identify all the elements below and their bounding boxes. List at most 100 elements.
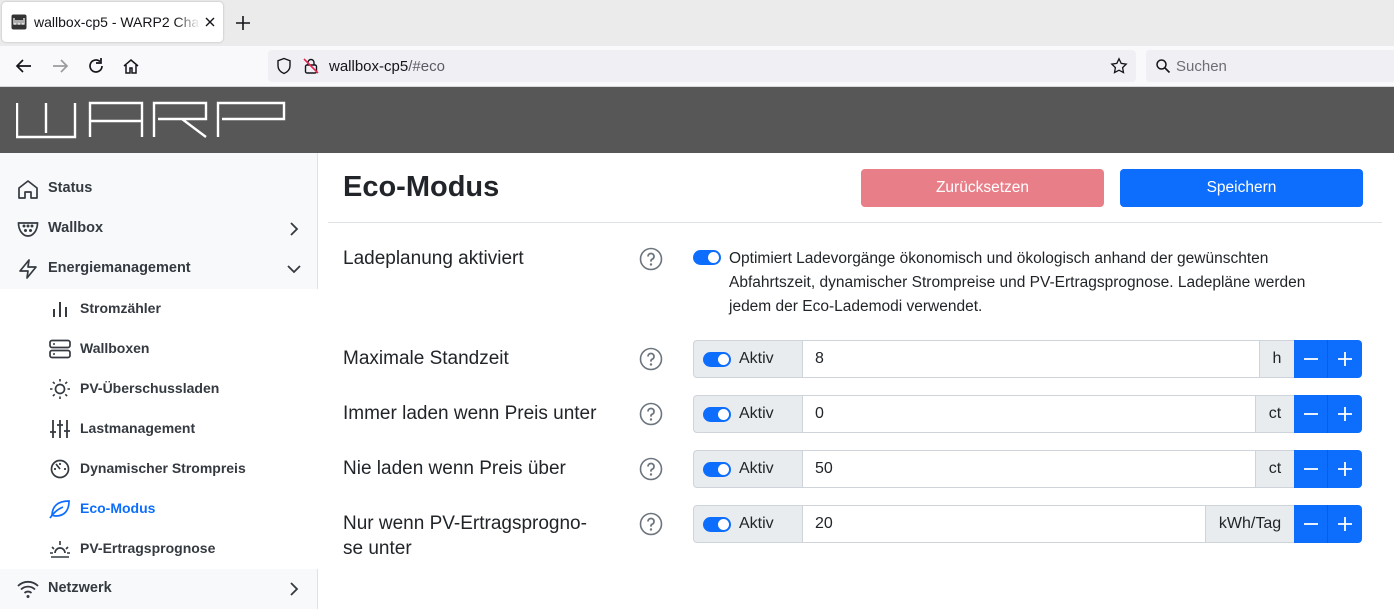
home-icon	[18, 180, 38, 199]
warp-logo	[16, 101, 286, 139]
sidebar-item-wallboxen[interactable]: Wallboxen	[0, 329, 318, 369]
decrement-button[interactable]	[1294, 395, 1328, 433]
sidebar-item-label: PV-Ertragsprognose	[80, 540, 216, 556]
url-bar[interactable]: wallbox-cp5/#eco	[268, 50, 1136, 82]
search-placeholder: Suchen	[1176, 58, 1227, 75]
help-icon[interactable]	[639, 247, 663, 271]
sidebar-item-label: Lastmanagement	[80, 420, 196, 436]
toggle-label: Aktiv	[739, 515, 774, 532]
increment-button[interactable]	[1328, 505, 1362, 543]
help-icon[interactable]	[639, 402, 663, 426]
max-standzeit-toggle-group: Aktiv	[693, 340, 803, 378]
plus-icon	[1338, 462, 1352, 476]
max-standzeit-group: Aktiv 8 h	[693, 340, 1363, 378]
preis-unter-group: Aktiv 0 ct	[693, 395, 1363, 433]
sidebar-item-label: Wallbox	[48, 220, 104, 236]
new-tab-icon[interactable]	[234, 14, 252, 32]
max-standzeit-toggle[interactable]	[703, 352, 731, 367]
toggle-label: Aktiv	[739, 405, 774, 422]
shield-icon[interactable]	[275, 57, 293, 75]
minus-icon	[1303, 523, 1318, 525]
preis-ueber-label: Nie laden wenn Preis über	[343, 458, 566, 479]
pv-prognose-group: Aktiv 20 kWh/Tag	[693, 505, 1363, 543]
price-gauge-icon	[50, 459, 70, 479]
sidebar-item-label: Stromzähler	[80, 300, 161, 316]
sidebar-item-wallbox[interactable]: Wallbox	[0, 209, 318, 249]
browser-tab-bar: wallbox-cp5 - WARP2 Charger	[0, 0, 1394, 46]
page-title: Eco-Modus	[343, 171, 500, 203]
decrement-button[interactable]	[1294, 450, 1328, 488]
plus-icon	[1338, 517, 1352, 531]
minus-icon	[1303, 358, 1318, 360]
reload-icon[interactable]	[87, 57, 105, 75]
planning-label: Ladeplanung aktiviert	[343, 248, 524, 269]
sunrise-icon	[50, 541, 70, 558]
sidebar-item-label: Dynamischer Strompreis	[80, 460, 246, 476]
close-icon[interactable]	[202, 14, 218, 30]
help-icon[interactable]	[639, 457, 663, 481]
minus-icon	[1303, 468, 1318, 470]
plus-icon	[1338, 407, 1352, 421]
lightning-icon	[19, 259, 37, 279]
toggle-label: Aktiv	[739, 460, 774, 477]
bookmark-star-icon[interactable]	[1110, 57, 1128, 75]
warp-favicon-icon	[11, 14, 27, 30]
home-icon[interactable]	[122, 57, 140, 75]
minus-icon	[1303, 413, 1318, 415]
insecure-lock-icon[interactable]	[302, 57, 320, 75]
decrement-button[interactable]	[1294, 340, 1328, 378]
pv-prognose-label: Nur wenn PV-Ertragsprogno- se unter	[343, 513, 587, 559]
sidebar: Status Wallbox Energiemanagement Stromzä…	[0, 153, 318, 609]
sidebar-item-lastmanagement[interactable]: Lastmanagement	[0, 409, 318, 449]
browser-navbar: wallbox-cp5/#eco Suchen	[0, 46, 1394, 87]
sidebar-item-pv-ueberschussladen[interactable]: PV-Überschussladen	[0, 369, 318, 409]
reset-button[interactable]: Zurücksetzen	[861, 169, 1104, 207]
chevron-right-icon	[290, 582, 299, 596]
chevron-right-icon	[290, 222, 299, 236]
url-text: wallbox-cp5/#eco	[329, 58, 445, 75]
sidebar-item-dynamischer-strompreis[interactable]: Dynamischer Strompreis	[0, 449, 318, 489]
sidebar-item-status[interactable]: Status	[0, 169, 318, 209]
tab-title: wallbox-cp5 - WARP2 Charger	[34, 14, 200, 30]
pv-prognose-input[interactable]: 20	[802, 505, 1206, 543]
sliders-icon	[50, 420, 70, 438]
preis-unter-toggle[interactable]	[703, 407, 731, 422]
sun-icon	[50, 379, 70, 399]
pv-prognose-toggle-group: Aktiv	[693, 505, 803, 543]
max-standzeit-input[interactable]: 8	[802, 340, 1260, 378]
increment-button[interactable]	[1328, 340, 1362, 378]
search-input[interactable]: Suchen	[1146, 50, 1394, 82]
sidebar-item-label: Energiemanagement	[48, 260, 191, 276]
unit-label: kWh/Tag	[1205, 505, 1295, 543]
browser-tab[interactable]: wallbox-cp5 - WARP2 Charger	[2, 2, 223, 42]
pv-prognose-toggle[interactable]	[703, 517, 731, 532]
meter-bars-icon	[53, 302, 67, 317]
server-icon	[49, 339, 71, 359]
increment-button[interactable]	[1328, 450, 1362, 488]
search-icon	[1156, 59, 1171, 74]
planning-toggle[interactable]	[693, 250, 721, 265]
sidebar-item-label: Wallboxen	[80, 340, 150, 356]
back-arrow-icon[interactable]	[15, 57, 33, 75]
sidebar-item-netzwerk[interactable]: Netzwerk	[0, 569, 318, 609]
sidebar-item-energiemanagement[interactable]: Energiemanagement	[0, 249, 318, 289]
decrement-button[interactable]	[1294, 505, 1328, 543]
help-icon[interactable]	[639, 347, 663, 371]
preis-unter-toggle-group: Aktiv	[693, 395, 803, 433]
sidebar-item-label: Netzwerk	[48, 580, 112, 596]
preis-ueber-input[interactable]: 50	[802, 450, 1256, 488]
app-header	[0, 87, 1394, 153]
sidebar-item-stromzaehler[interactable]: Stromzähler	[0, 289, 318, 329]
wifi-icon	[17, 580, 39, 598]
preis-ueber-toggle[interactable]	[703, 462, 731, 477]
help-icon[interactable]	[639, 512, 663, 536]
sidebar-item-eco-modus[interactable]: Eco-Modus	[0, 489, 318, 529]
increment-button[interactable]	[1328, 395, 1362, 433]
preis-unter-label: Immer laden wenn Preis unter	[343, 403, 597, 424]
unit-label: h	[1259, 340, 1295, 378]
save-button[interactable]: Speichern	[1120, 169, 1363, 207]
main-content: Eco-Modus Zurücksetzen Speichern Ladepla…	[319, 153, 1394, 609]
preis-unter-input[interactable]: 0	[802, 395, 1256, 433]
sidebar-item-pv-ertragsprognose[interactable]: PV-Ertragsprognose	[0, 529, 318, 569]
forward-arrow-icon[interactable]	[51, 57, 69, 75]
